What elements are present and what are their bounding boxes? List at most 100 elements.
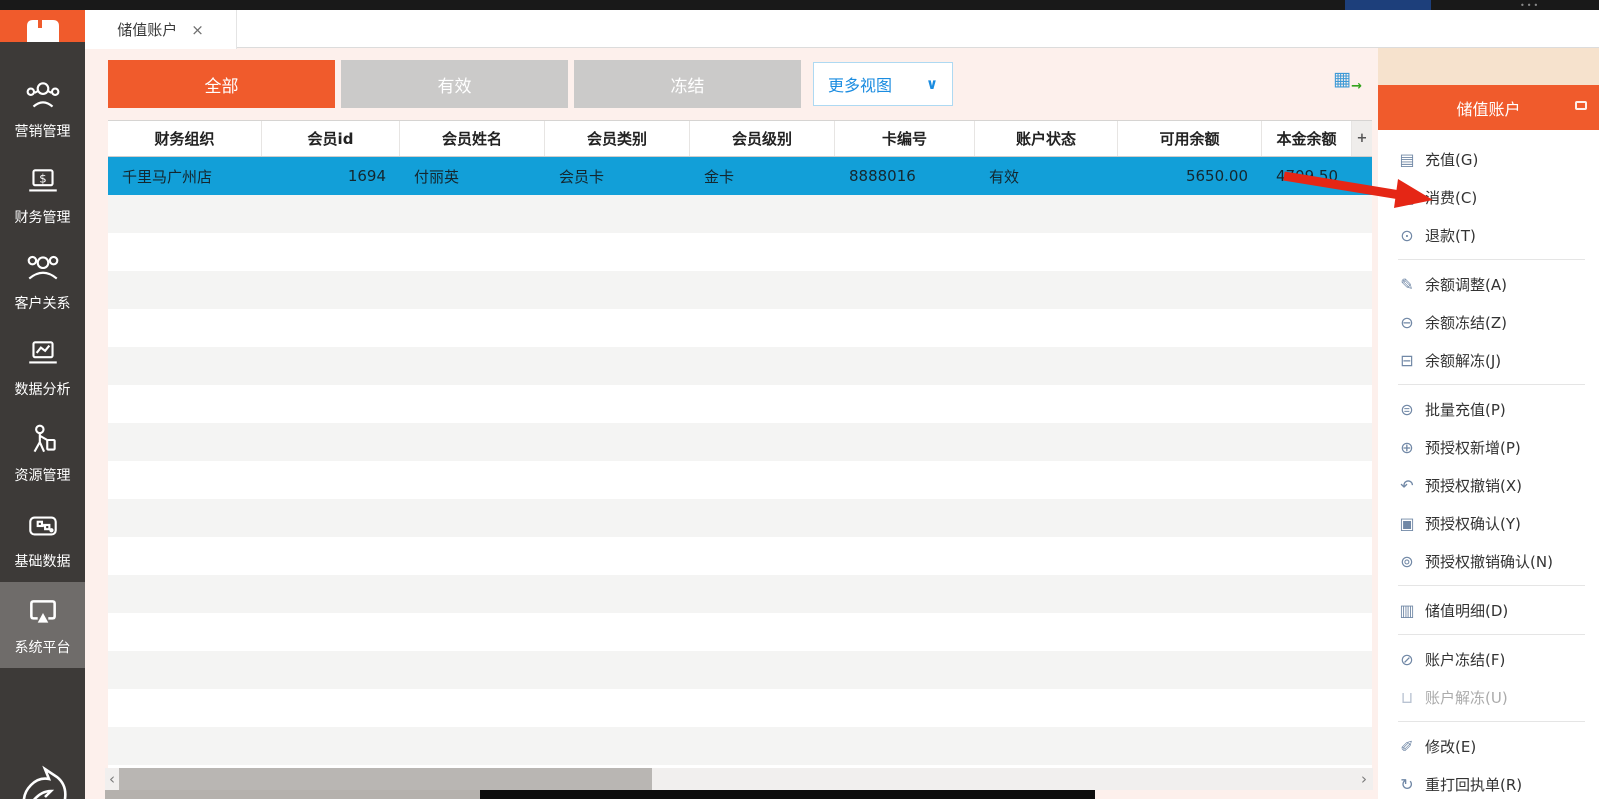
col-header-principal[interactable]: 本金余额 [1262, 121, 1352, 156]
panel-title: 储值账户 [1456, 99, 1521, 119]
col-header-member-id[interactable]: 会员id [262, 121, 400, 156]
menu-item-balance-unfreeze[interactable]: ⊟ 余额解冻(J) [1398, 341, 1599, 379]
col-header-status[interactable]: 账户状态 [975, 121, 1118, 156]
menu-divider [1398, 585, 1585, 586]
menu-item-reprint-receipt[interactable]: ↻ 重打回执单(R) [1398, 765, 1599, 799]
menu-item-refund[interactable]: ⊙ 退款(T) [1398, 216, 1599, 254]
menu-item-account-unfreeze: ⊔ 账户解冻(U) [1398, 678, 1599, 716]
action-menu: ▤ 充值(G) ◪ 消费(C) ⊙ 退款(T) ✎ 余额调整(A) ⊖ 余额冻结… [1378, 130, 1599, 799]
app-logo[interactable] [0, 10, 85, 42]
scroll-right-icon[interactable]: › [1357, 768, 1371, 790]
recharge-icon: ▤ [1399, 149, 1415, 169]
sidebar-item-marketing[interactable]: 营销管理 [0, 66, 85, 152]
os-top-bar-dots: ••• [1520, 1, 1541, 10]
col-header-level[interactable]: 会员级别 [690, 121, 835, 156]
system-icon [29, 599, 56, 623]
basedata-icon [28, 515, 57, 536]
menu-item-balance-adjust[interactable]: ✎ 余额调整(A) [1398, 265, 1599, 303]
os-top-bar-highlight [1345, 0, 1431, 10]
app-logo-icon [26, 20, 59, 42]
filter-valid-button[interactable]: 有效 [341, 60, 568, 108]
menu-divider [1398, 384, 1585, 385]
menu-divider [1398, 721, 1585, 722]
col-header-category[interactable]: 会员类别 [545, 121, 690, 156]
table-header-row: 财务组织 会员id 会员姓名 会员类别 会员级别 卡编号 账户状态 可用余额 本… [108, 120, 1372, 157]
empty-table-rows [108, 195, 1372, 768]
filter-toolbar: 全部 有效 冻结 更多视图 ∨ ▦ → [108, 60, 1373, 108]
menu-divider [1398, 634, 1585, 635]
tab-label: 储值账户 [117, 21, 178, 39]
menu-item-consume[interactable]: ◪ 消费(C) [1398, 178, 1599, 216]
main-area: 储值账户 × 全部 有效 冻结 更多视图 ∨ ▦ → 财务组织 会员id 会员姓… [85, 10, 1599, 799]
sidebar-item-system[interactable]: 系统平台 [0, 582, 85, 668]
account-freeze-icon: ⊘ [1400, 649, 1414, 669]
pin-icon[interactable] [1575, 101, 1587, 110]
cell-card-no: 8888016 [849, 167, 916, 185]
balance-unfreeze-icon: ⊟ [1400, 350, 1414, 370]
preauth-add-icon: ⊕ [1400, 437, 1414, 457]
panel-top-strip [1378, 48, 1599, 85]
preauth-cancel-icon: ↶ [1400, 475, 1414, 495]
sidebar-item-basedata[interactable]: 基础数据 [0, 496, 85, 582]
menu-item-account-freeze[interactable]: ⊘ 账户冻结(F) [1398, 640, 1599, 678]
horizontal-scrollbar[interactable]: ‹ › [105, 768, 1373, 790]
filter-all-button[interactable]: 全部 [108, 60, 335, 108]
consume-icon: ◪ [1399, 187, 1415, 207]
sidebar-item-customer[interactable]: 客户关系 [0, 238, 85, 324]
col-header-available[interactable]: 可用余额 [1118, 121, 1262, 156]
modify-icon: ✐ [1400, 736, 1414, 756]
reprint-receipt-icon: ↻ [1400, 774, 1414, 794]
preauth-cancel-confirm-icon: ⊚ [1400, 551, 1414, 571]
sidebar-item-finance[interactable]: $ 财务管理 [0, 152, 85, 238]
resource-icon [33, 424, 56, 452]
tab-close-icon[interactable]: × [191, 21, 204, 39]
menu-item-preauth-confirm[interactable]: ▣ 预授权确认(Y) [1398, 504, 1599, 542]
cell-name: 付丽英 [414, 167, 460, 186]
preauth-confirm-icon: ▣ [1399, 513, 1415, 533]
menu-item-modify[interactable]: ✐ 修改(E) [1398, 727, 1599, 765]
scroll-left-icon[interactable]: ‹ [105, 768, 119, 790]
horse-logo-icon [0, 757, 85, 799]
balance-adjust-icon: ✎ [1400, 274, 1414, 294]
panel-title-bar: 储值账户 [1378, 85, 1599, 130]
menu-item-preauth-add[interactable]: ⊕ 预授权新增(P) [1398, 428, 1599, 466]
scrollbar-thumb[interactable] [119, 768, 652, 790]
chevron-down-icon: ∨ [925, 75, 938, 93]
analytics-icon [28, 340, 57, 364]
menu-item-balance-freeze[interactable]: ⊖ 余额冻结(Z) [1398, 303, 1599, 341]
add-column-button[interactable]: + [1352, 121, 1372, 156]
sidebar-item-label: 数据分析 [14, 381, 71, 398]
tab-stored-value-account[interactable]: 储值账户 × [85, 10, 237, 49]
menu-item-preauth-cancel-confirm[interactable]: ⊚ 预授权撤销确认(N) [1398, 542, 1599, 580]
menu-item-recharge[interactable]: ▤ 充值(G) [1398, 140, 1599, 178]
sidebar-item-resource[interactable]: 资源管理 [0, 410, 85, 496]
cell-member-id: 1694 [347, 167, 386, 185]
balance-freeze-icon: ⊖ [1400, 312, 1414, 332]
batch-recharge-icon: ⊜ [1400, 399, 1414, 419]
cell-category: 会员卡 [559, 167, 605, 186]
cell-org: 千里马广州店 [122, 167, 213, 186]
finance-icon: $ [28, 168, 57, 192]
cell-available-balance: 5650.00 [1185, 167, 1248, 185]
customer-icon [27, 255, 58, 279]
filter-frozen-button[interactable]: 冻结 [574, 60, 801, 108]
menu-item-batch-recharge[interactable]: ⊜ 批量充值(P) [1398, 390, 1599, 428]
col-header-org[interactable]: 财务组织 [108, 121, 262, 156]
menu-item-preauth-cancel[interactable]: ↶ 预授权撤销(X) [1398, 466, 1599, 504]
sidebar-item-label: 财务管理 [14, 209, 71, 226]
col-header-card-no[interactable]: 卡编号 [835, 121, 975, 156]
sidebar-item-label: 客户关系 [14, 295, 71, 312]
action-panel: 储值账户 ▤ 充值(G) ◪ 消费(C) ⊙ 退款(T) ✎ 余额调整(A) ⊖… [1373, 48, 1599, 799]
svg-text:$: $ [39, 171, 46, 185]
cell-plus-spacer [1352, 157, 1372, 195]
more-views-label: 更多视图 [828, 76, 893, 95]
sidebar: 营销管理 $ 财务管理 客户关系 数据分析 资源管理 基础数据 系统平台 [0, 10, 85, 799]
sidebar-item-analytics[interactable]: 数据分析 [0, 324, 85, 410]
table-row-selected[interactable]: 千里马广州店 1694 付丽英 会员卡 金卡 8888016 有效 5650.0… [108, 157, 1372, 195]
menu-item-stored-value-detail[interactable]: ▥ 储值明细(D) [1398, 591, 1599, 629]
export-grid-icon[interactable]: ▦ → [1333, 68, 1362, 94]
more-views-dropdown[interactable]: 更多视图 ∨ [813, 62, 953, 106]
col-header-name[interactable]: 会员姓名 [400, 121, 545, 156]
sidebar-item-label: 营销管理 [14, 123, 71, 140]
cell-level: 金卡 [704, 167, 735, 186]
